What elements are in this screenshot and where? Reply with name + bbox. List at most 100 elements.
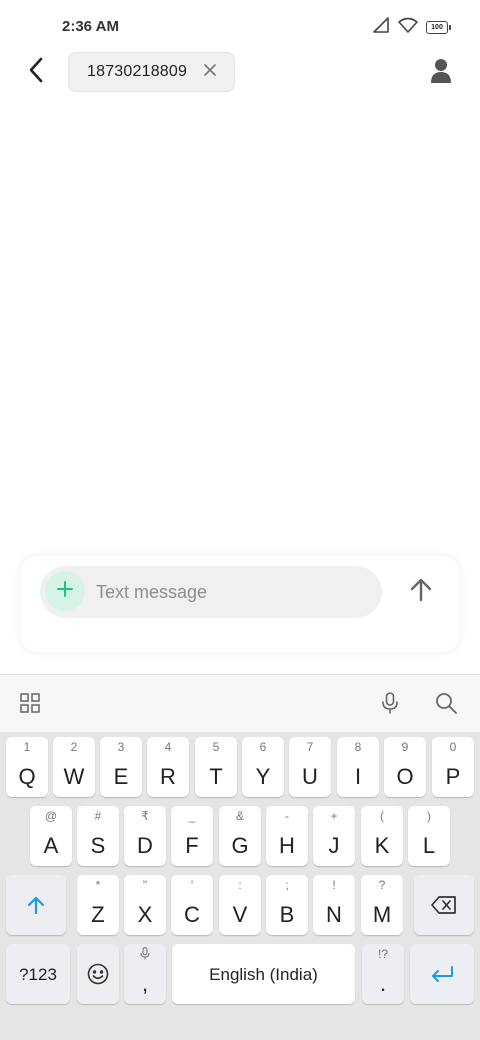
battery-level: 100 <box>431 24 443 31</box>
key-r[interactable]: 4R <box>147 737 189 797</box>
wifi-icon <box>398 17 418 38</box>
key-s[interactable]: # S <box>77 806 119 866</box>
key-c[interactable]: ' C <box>171 875 213 935</box>
space-key[interactable]: English (India) <box>172 944 355 1004</box>
key-x[interactable]: " X <box>124 875 166 935</box>
comma-key[interactable]: , <box>124 944 166 1004</box>
key-label: J <box>328 833 340 858</box>
key-hint: + <box>330 809 338 823</box>
key-q[interactable]: 1Q <box>6 737 48 797</box>
contact-button[interactable] <box>424 56 458 90</box>
key-b[interactable]: ; B <box>266 875 308 935</box>
backspace-key[interactable] <box>414 875 474 935</box>
key-a[interactable]: @ A <box>30 806 72 866</box>
key-label: Q <box>18 764 36 789</box>
key-hint: 1 <box>23 740 31 754</box>
emoji-icon <box>77 944 119 1004</box>
keyboard: 1Q 2W 3E 4R 5T 6Y 7U 8I 9O 0P @ A # S ₹ D _… <box>0 674 480 1040</box>
key-label: Y <box>255 764 271 789</box>
search-icon <box>435 692 457 719</box>
key-hint: 6 <box>259 740 267 754</box>
key-u[interactable]: 7U <box>289 737 331 797</box>
key-t[interactable]: 5T <box>195 737 237 797</box>
close-icon <box>204 63 216 81</box>
message-input[interactable] <box>96 576 376 608</box>
plus-icon <box>57 580 73 602</box>
key-label: L <box>422 833 436 858</box>
key-hint: 5 <box>212 740 220 754</box>
key-j[interactable]: + J <box>313 806 355 866</box>
key-e[interactable]: 3E <box>100 737 142 797</box>
key-label: T <box>209 764 223 789</box>
send-button[interactable] <box>400 571 442 613</box>
key-n[interactable]: ! N <box>313 875 355 935</box>
status-bar: 2:36 AM 100 <box>0 0 480 56</box>
key-p[interactable]: 0P <box>432 737 474 797</box>
key-hint: * <box>95 878 101 892</box>
key-hint: & <box>235 809 244 823</box>
enter-key[interactable] <box>410 944 474 1004</box>
recipient-chip[interactable]: 18730218809 <box>68 52 235 92</box>
key-label: S <box>90 833 106 858</box>
back-arrow-icon <box>28 57 44 88</box>
key-label: E <box>113 764 129 789</box>
key-label: I <box>354 764 362 789</box>
remove-recipient-button[interactable] <box>202 64 218 80</box>
key-k[interactable]: (K <box>361 806 403 866</box>
key-o[interactable]: 9O <box>384 737 426 797</box>
key-hint: ( <box>380 809 384 823</box>
key-label: M <box>372 902 392 927</box>
key-g[interactable]: & G <box>219 806 261 866</box>
key-l[interactable]: ) L <box>408 806 450 866</box>
voice-input-button[interactable] <box>374 689 406 721</box>
key-v[interactable]: :V <box>219 875 261 935</box>
key-label: R <box>160 764 176 789</box>
status-icons: 100 <box>372 17 451 38</box>
emoji-key[interactable] <box>77 944 119 1004</box>
key-m[interactable]: ? M <box>361 875 403 935</box>
key-label: P <box>445 764 461 789</box>
key-hint: _ <box>188 809 196 823</box>
send-arrow-icon <box>410 578 432 607</box>
key-hint: 0 <box>449 740 457 754</box>
key-w[interactable]: 2W <box>53 737 95 797</box>
enter-icon <box>410 944 474 1004</box>
period-key[interactable]: !?. <box>362 944 404 1004</box>
key-label: W <box>63 764 85 789</box>
battery-icon: 100 <box>426 21 451 34</box>
key-i[interactable]: 8I <box>337 737 379 797</box>
key-hint: ) <box>427 809 431 823</box>
key-d[interactable]: ₹ D <box>124 806 166 866</box>
shift-icon <box>6 875 66 935</box>
key-label: V <box>232 902 248 927</box>
key-hint: 4 <box>164 740 172 754</box>
key-label: A <box>43 833 59 858</box>
key-hint: 7 <box>306 740 314 754</box>
back-button[interactable] <box>18 56 54 88</box>
key-hint: 3 <box>117 740 125 754</box>
key-label: F <box>185 833 199 858</box>
shift-key[interactable] <box>6 875 66 935</box>
grid-icon <box>20 692 40 718</box>
key-label: D <box>137 833 153 858</box>
key-f[interactable]: _ F <box>171 806 213 866</box>
key-label: K <box>374 833 390 858</box>
key-label: X <box>137 902 153 927</box>
keyboard-search-button[interactable] <box>430 689 462 721</box>
keyboard-menu-button[interactable] <box>14 689 46 721</box>
key-label: G <box>231 833 249 858</box>
key-label: H <box>279 833 295 858</box>
key-hint: # <box>94 809 102 823</box>
microphone-hint-icon <box>124 947 166 963</box>
key-h[interactable]: -H <box>266 806 308 866</box>
key-hint: ! <box>332 878 336 892</box>
key-hint: ' <box>190 878 194 892</box>
key-hint: - <box>285 809 289 823</box>
attach-button[interactable] <box>45 571 85 611</box>
symbols-key[interactable]: ?123 <box>6 944 70 1004</box>
backspace-icon <box>414 875 474 935</box>
period-key-label: . <box>379 971 387 996</box>
key-y[interactable]: 6Y <box>242 737 284 797</box>
key-label: B <box>279 902 295 927</box>
key-z[interactable]: * Z <box>77 875 119 935</box>
